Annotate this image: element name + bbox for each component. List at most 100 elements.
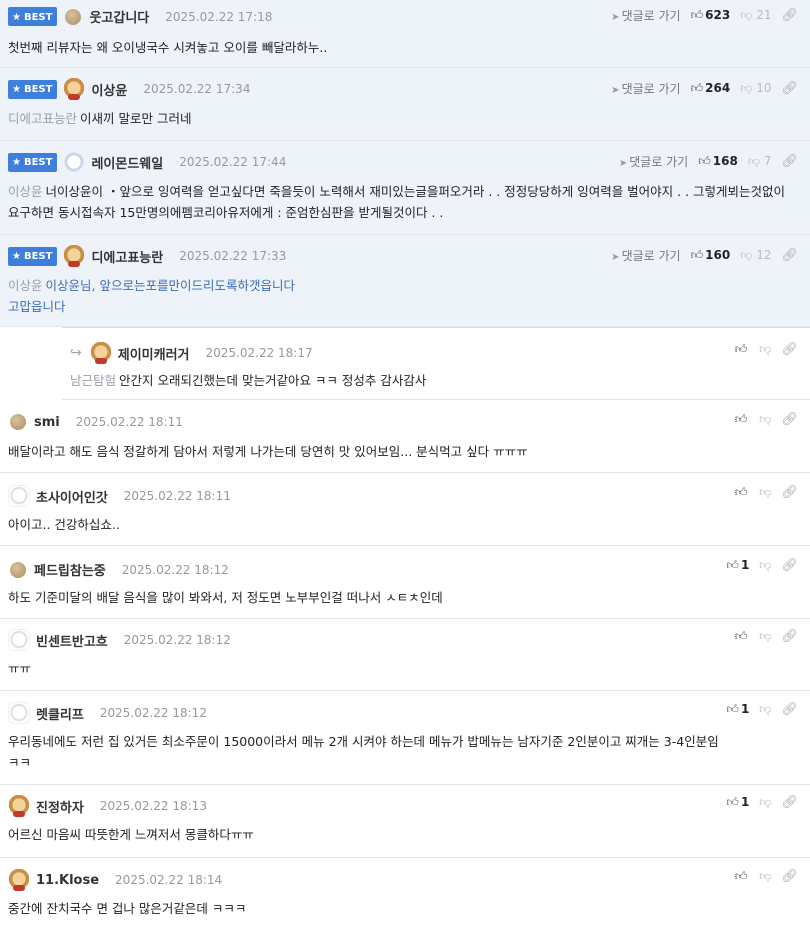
- downvote-button[interactable]: 👎︎: [759, 869, 771, 884]
- comment-body: 이상윤 너이상윤이 ・앞으로 잉여력을 얻고싶다면 죽을듯이 노력해서 재미있는글…: [8, 184, 786, 220]
- comment-date: 2025.02.22 18:12: [123, 633, 231, 647]
- comment-author[interactable]: 웃고갑니다: [89, 7, 149, 26]
- polar-bear-avatar-icon: [63, 151, 86, 173]
- white-dog-avatar-icon: [8, 702, 30, 724]
- comment-author[interactable]: 초사이어인갓: [36, 487, 108, 506]
- thumbs-down-icon: 👎︎: [759, 342, 772, 356]
- downvote-button[interactable]: 👎︎: [759, 795, 771, 810]
- best-badge: ★ BEST: [8, 152, 58, 172]
- goto-comment-link[interactable]: ➤ 댓글로 가기: [611, 80, 680, 97]
- downvote-button[interactable]: 👎︎: [759, 629, 771, 644]
- link-icon[interactable]: 🔗︎: [781, 342, 798, 357]
- thumbs-up-icon: 👍︎: [734, 629, 748, 643]
- comment-author[interactable]: 페드립참는중: [34, 560, 106, 579]
- comment-author[interactable]: 진정하자: [36, 797, 84, 816]
- upvote-button[interactable]: 👍︎ 168: [698, 154, 738, 169]
- link-icon[interactable]: 🔗︎: [781, 629, 798, 644]
- link-icon[interactable]: 🔗︎: [781, 8, 798, 23]
- comment-date: 2025.02.22 17:44: [179, 155, 287, 169]
- upvote-button[interactable]: 👍︎ 1: [726, 702, 749, 717]
- comment-author[interactable]: 렛클리프: [36, 704, 84, 723]
- link-icon[interactable]: 🔗︎: [781, 248, 798, 263]
- white-dog-avatar-icon: [8, 485, 30, 507]
- comment-item: 11.Klose 2025.02.22 18:14 👍︎ 👎︎ 🔗︎ 중간에 잔…: [0, 858, 810, 934]
- comment-item: 렛클리프 2025.02.22 18:12 👍︎ 1 👎︎ 🔗︎ 우리동네에도 저…: [0, 691, 810, 785]
- link-icon[interactable]: 🔗︎: [781, 81, 798, 96]
- goto-comment-link[interactable]: ➤ 댓글로 가기: [611, 7, 680, 24]
- comment-author[interactable]: 제이미캐러거: [118, 344, 190, 363]
- comment-date: 2025.02.22 18:11: [75, 415, 183, 429]
- downvote-button[interactable]: 👎︎: [759, 412, 771, 427]
- comment-author[interactable]: 빈센트반고흐: [36, 631, 108, 650]
- upvote-button[interactable]: 👍︎: [735, 629, 750, 644]
- upvote-button[interactable]: 👍︎ 1: [726, 558, 749, 573]
- star-icon: ★: [12, 157, 21, 168]
- puppy-avatar-icon: [63, 245, 86, 267]
- mention-target[interactable]: 이상윤: [8, 184, 43, 199]
- link-icon[interactable]: 🔗︎: [781, 558, 798, 573]
- upvote-button[interactable]: 👍︎: [735, 485, 750, 500]
- comment-author[interactable]: 11.Klose: [36, 873, 99, 888]
- link-icon[interactable]: 🔗︎: [781, 702, 798, 717]
- upvote-button[interactable]: 👍︎ 623: [691, 8, 731, 23]
- thumbs-down-icon: 👎︎: [759, 485, 772, 499]
- upvote-button[interactable]: 👍︎ 1: [726, 795, 749, 810]
- reply-arrow-icon: ↪: [70, 345, 82, 361]
- thumbs-up-icon: 👍︎: [690, 8, 704, 22]
- downvote-button[interactable]: 👎︎ 21: [740, 8, 771, 23]
- mention-target[interactable]: 이상윤: [8, 278, 43, 293]
- upvote-button[interactable]: 👍︎: [735, 869, 750, 884]
- comment-author[interactable]: 레이몬드웨일: [91, 153, 163, 172]
- comment-item: 빈센트반고흐 2025.02.22 18:12 👍︎ 👎︎ 🔗︎ ㅠㅠ: [0, 619, 810, 691]
- thumbs-up-icon: 👍︎: [734, 342, 748, 356]
- upvote-button[interactable]: 👍︎ 160: [691, 248, 731, 263]
- ball-icon: [65, 8, 82, 25]
- comment-author[interactable]: 이상윤: [91, 80, 127, 99]
- link-icon[interactable]: 🔗︎: [781, 795, 798, 810]
- comment-date: 2025.02.22 17:33: [179, 249, 287, 263]
- downvote-button[interactable]: 👎︎: [759, 342, 771, 357]
- comment-date: 2025.02.22 18:14: [115, 873, 223, 887]
- ball-icon: [10, 561, 26, 578]
- thumbs-up-icon: 👍︎: [690, 248, 704, 262]
- comment-author[interactable]: 디에고표능란: [91, 247, 163, 266]
- upvote-button[interactable]: 👍︎: [735, 342, 750, 357]
- thumbs-down-icon: 👎︎: [759, 629, 772, 643]
- link-icon[interactable]: 🔗︎: [781, 869, 798, 884]
- comment-author[interactable]: smi: [34, 415, 60, 430]
- puppy-avatar-icon: [8, 795, 30, 817]
- upvote-button[interactable]: 👍︎ 264: [691, 81, 731, 96]
- downvote-button[interactable]: 👎︎ 7: [748, 154, 772, 169]
- comment-item: 초사이어인갓 2025.02.22 18:11 👍︎ 👎︎ 🔗︎ 아이고.. 건…: [0, 473, 810, 546]
- downvote-button[interactable]: 👎︎ 12: [740, 248, 771, 263]
- goto-comment-link[interactable]: ➤ 댓글로 가기: [611, 247, 680, 264]
- star-icon: ★: [12, 11, 21, 23]
- link-icon[interactable]: 🔗︎: [781, 485, 798, 500]
- comment-item: ★ BEST 이상윤 2025.02.22 17:34 ➤ 댓글로 가기 👍︎ 264…: [0, 68, 810, 141]
- comment-body: 중간에 잔치국수 면 겁나 많은거같은데 ㅋㅋㅋ: [8, 901, 247, 916]
- comment-body: 남근탐험 안간지 오래되긴했는데 맞는거같아요 ㅋㅋ 정성추 감사감사: [70, 373, 427, 388]
- send-arrow-icon: ➤: [618, 158, 628, 169]
- link-icon[interactable]: 🔗︎: [781, 154, 798, 169]
- comment-item: ★ BEST 웃고갑니다 2025.02.22 17:18 ➤ 댓글로 가기 👍︎ 6…: [0, 0, 810, 68]
- mention-target[interactable]: 남근탐험: [70, 373, 116, 388]
- thumbs-down-icon: 👎︎: [759, 869, 772, 883]
- downvote-button[interactable]: 👎︎ 10: [740, 81, 771, 96]
- downvote-button[interactable]: 👎︎: [759, 485, 771, 500]
- mention-target[interactable]: 디에고표능란: [8, 111, 77, 126]
- goto-comment-link[interactable]: ➤ 댓글로 가기: [619, 153, 688, 170]
- comment-date: 2025.02.22 18:17: [205, 346, 313, 360]
- comment-body: 첫번째 리뷰자는 왜 오이냉국수 시켜놓고 오이를 빼달라하누..: [8, 40, 328, 55]
- thumbs-down-icon: 👎︎: [759, 412, 772, 426]
- send-arrow-icon: ➤: [611, 252, 620, 263]
- downvote-button[interactable]: 👎︎: [759, 702, 771, 717]
- comment-date: 2025.02.22 18:12: [121, 562, 229, 577]
- thumbs-up-icon: 👍︎: [734, 412, 748, 426]
- link-icon[interactable]: 🔗︎: [781, 412, 798, 427]
- upvote-button[interactable]: 👍︎: [735, 412, 750, 427]
- downvote-button[interactable]: 👎︎: [759, 558, 771, 573]
- comment-body: 어르신 마음씨 따뜻한게 느껴저서 몽클하다ㅠㅠ: [8, 827, 254, 842]
- thumbs-down-icon: 👎︎: [759, 795, 772, 809]
- comment-date: 2025.02.22 18:12: [99, 706, 207, 720]
- comment-item: ★ BEST 레이몬드웨일 2025.02.22 17:44 ➤ 댓글로 가기 👍︎…: [0, 141, 810, 235]
